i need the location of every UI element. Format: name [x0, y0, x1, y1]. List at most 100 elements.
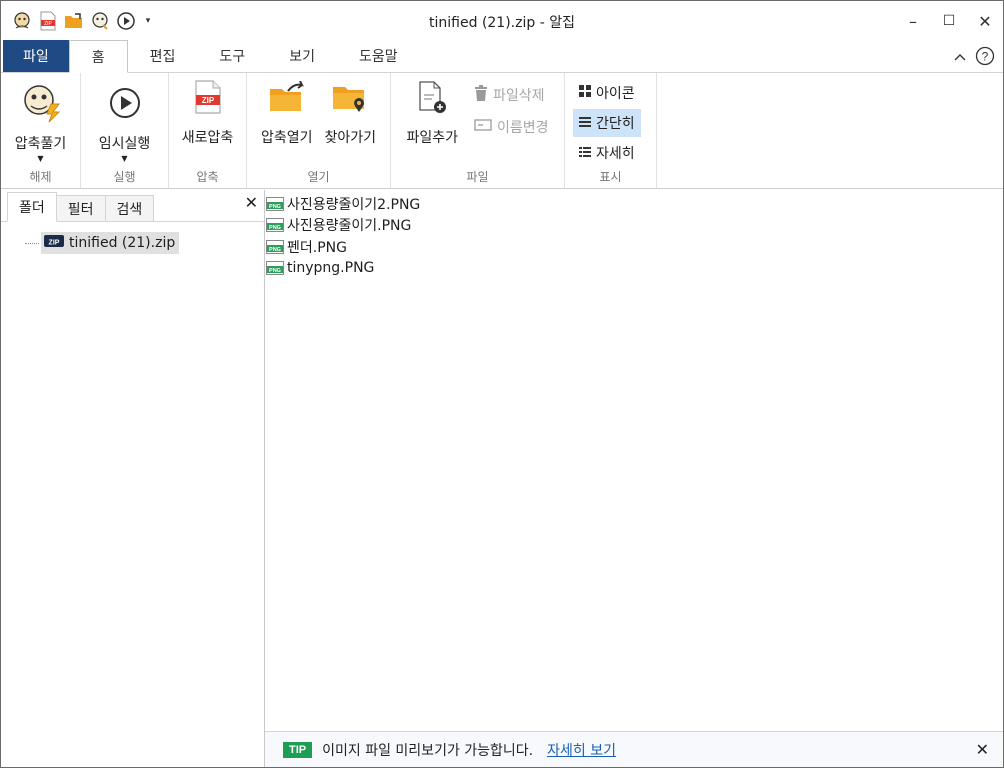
- tab-folder[interactable]: 폴더: [7, 192, 57, 222]
- tab-file[interactable]: 파일: [3, 40, 69, 72]
- close-pane-button[interactable]: ✕: [245, 193, 258, 212]
- svg-text:ZIP: ZIP: [44, 21, 52, 27]
- list-item[interactable]: PNG 사진용량줄이기2.PNG: [265, 193, 1003, 215]
- customize-toolbar-dropdown[interactable]: ▾: [141, 16, 155, 26]
- help-icon[interactable]: ?: [975, 46, 995, 70]
- ribbon-group-compress: ZIP 새로압축 압축: [169, 73, 247, 188]
- view-simple-button[interactable]: 간단히: [573, 109, 641, 137]
- list-icon: [579, 115, 591, 131]
- tree-node-archive[interactable]: ZIP tinified (21).zip: [41, 232, 180, 254]
- locate-button[interactable]: 찾아가기: [319, 75, 383, 147]
- ribbon-group-run: 임시실행 ▼ 실행: [81, 73, 169, 188]
- tip-text: 이미지 파일 미리보기가 가능합니다.: [322, 742, 534, 759]
- close-button[interactable]: ✕: [967, 1, 1003, 41]
- ribbon-group-label: 파일: [466, 170, 489, 184]
- alzip-extract-icon: [19, 81, 63, 125]
- delete-file-label: 파일삭제: [493, 88, 545, 104]
- folder-pane-tabs: 폴더 필터 검색 ✕: [1, 190, 264, 222]
- file-name: tinypng.PNG: [287, 260, 375, 277]
- folder-open-arrow-icon: [265, 75, 309, 119]
- add-file-icon: [410, 75, 454, 119]
- delete-file-button[interactable]: 파일삭제: [468, 83, 555, 107]
- rename-label: 이름변경: [497, 120, 549, 136]
- file-list: PNG 사진용량줄이기2.PNG PNG 사진용량줄이기.PNG PNG 펜더.…: [265, 190, 1003, 279]
- zip-new-icon[interactable]: ZIP: [37, 10, 59, 32]
- add-file-label: 파일추가: [406, 130, 458, 146]
- zip-archive-icon: ZIP: [43, 233, 65, 253]
- rename-icon: [474, 119, 492, 135]
- temp-run-dropdown-caret[interactable]: ▼: [121, 155, 127, 163]
- file-name: 사진용량줄이기2.PNG: [287, 196, 421, 213]
- extract-dropdown-caret[interactable]: ▼: [37, 155, 43, 163]
- collapse-ribbon-icon[interactable]: [953, 51, 967, 66]
- tab-edit[interactable]: 편집: [128, 40, 198, 72]
- tree-connector: [25, 242, 39, 244]
- svg-text:PNG: PNG: [269, 268, 281, 274]
- zip-file-icon: ZIP: [186, 75, 230, 119]
- view-details-label: 자세히: [596, 146, 635, 162]
- quick-access-toolbar: ZIP ▾: [1, 10, 155, 32]
- extract-icon[interactable]: [89, 10, 111, 32]
- tip-details-link[interactable]: 자세히 보기: [547, 740, 616, 760]
- tip-badge: TIP: [283, 741, 313, 758]
- open-archive-button[interactable]: 압축열기: [255, 75, 319, 147]
- trash-icon: [474, 85, 488, 105]
- grid-icon: [579, 85, 591, 101]
- file-name: 펜더.PNG: [287, 239, 347, 256]
- tab-help[interactable]: 도움말: [337, 40, 420, 72]
- new-zip-button[interactable]: ZIP 새로압축: [176, 75, 240, 147]
- file-list-pane: PNG 사진용량줄이기2.PNG PNG 사진용량줄이기.PNG PNG 펜더.…: [265, 190, 1003, 767]
- view-simple-label: 간단히: [596, 116, 635, 132]
- tip-bar: TIP 이미지 파일 미리보기가 가능합니다. 자세히 보기 ✕: [265, 731, 1003, 767]
- open-archive-label: 압축열기: [260, 130, 313, 146]
- file-name: 사진용량줄이기.PNG: [287, 218, 412, 235]
- view-icons-button[interactable]: 아이콘: [573, 81, 641, 105]
- ribbon: 압축풀기 ▼ 해제 임시실행 ▼ 실행 ZIP 새로압축 압축 압축열기 찾아가…: [1, 73, 1003, 189]
- extract-button[interactable]: 압축풀기 ▼: [9, 81, 73, 163]
- main-panes: 폴더 필터 검색 ✕ ZIP tinified (21).zip PNG 사진용…: [1, 190, 1003, 767]
- ribbon-group-label: 압축: [196, 170, 219, 184]
- view-icons-label: 아이콘: [596, 86, 635, 102]
- ribbon-group-display: 아이콘 간단히 자세히 표시: [565, 73, 657, 188]
- folder-open-icon[interactable]: [63, 10, 85, 32]
- temp-run-button[interactable]: 임시실행 ▼: [93, 81, 157, 163]
- list-item[interactable]: PNG 사진용량줄이기.PNG: [265, 215, 1003, 237]
- tab-view[interactable]: 보기: [267, 40, 337, 72]
- tab-filter[interactable]: 필터: [55, 195, 106, 221]
- play-circle-icon: [103, 81, 147, 125]
- tab-tools[interactable]: 도구: [197, 40, 267, 72]
- ribbon-group-file: 파일추가 파일삭제 이름변경 파일: [391, 73, 565, 188]
- window-controls: – ☐ ✕: [895, 1, 1003, 41]
- svg-text:ZIP: ZIP: [201, 96, 214, 105]
- ribbon-right-controls: ?: [953, 46, 995, 70]
- add-file-button[interactable]: 파일추가: [400, 75, 464, 147]
- new-zip-label: 새로압축: [181, 130, 234, 146]
- title-bar: ZIP ▾ tinified (21).zip - 알집 – ☐ ✕: [1, 1, 1003, 41]
- png-file-icon: PNG: [266, 261, 284, 276]
- svg-text:ZIP: ZIP: [49, 240, 60, 247]
- ribbon-tabs: 파일 홈 편집 도구 보기 도움말 ?: [1, 40, 1003, 73]
- view-details-button[interactable]: 자세히: [573, 141, 641, 165]
- maximize-button[interactable]: ☐: [931, 1, 967, 41]
- tab-home[interactable]: 홈: [68, 40, 128, 73]
- details-icon: [579, 145, 591, 161]
- play-icon[interactable]: [115, 10, 137, 32]
- tab-search[interactable]: 검색: [104, 195, 155, 221]
- rename-button[interactable]: 이름변경: [468, 115, 555, 139]
- minimize-button[interactable]: –: [895, 1, 931, 41]
- svg-text:PNG: PNG: [269, 204, 281, 210]
- svg-text:PNG: PNG: [269, 225, 281, 231]
- list-item[interactable]: PNG tinypng.PNG: [265, 258, 1003, 280]
- ribbon-group-label: 해제: [29, 170, 52, 184]
- ribbon-group-label: 열기: [307, 170, 330, 184]
- folder-tree: ZIP tinified (21).zip: [1, 222, 264, 254]
- tip-close-button[interactable]: ✕: [976, 740, 989, 759]
- folder-pane: 폴더 필터 검색 ✕ ZIP tinified (21).zip: [1, 190, 265, 767]
- alzip-logo-icon[interactable]: [11, 10, 33, 32]
- list-item[interactable]: PNG 펜더.PNG: [265, 236, 1003, 258]
- ribbon-group-open: 압축열기 찾아가기 열기: [247, 73, 391, 188]
- temp-run-label: 임시실행: [98, 136, 151, 152]
- tree-item[interactable]: ZIP tinified (21).zip: [25, 232, 264, 254]
- ribbon-group-label: 표시: [599, 170, 622, 184]
- svg-text:PNG: PNG: [269, 247, 281, 253]
